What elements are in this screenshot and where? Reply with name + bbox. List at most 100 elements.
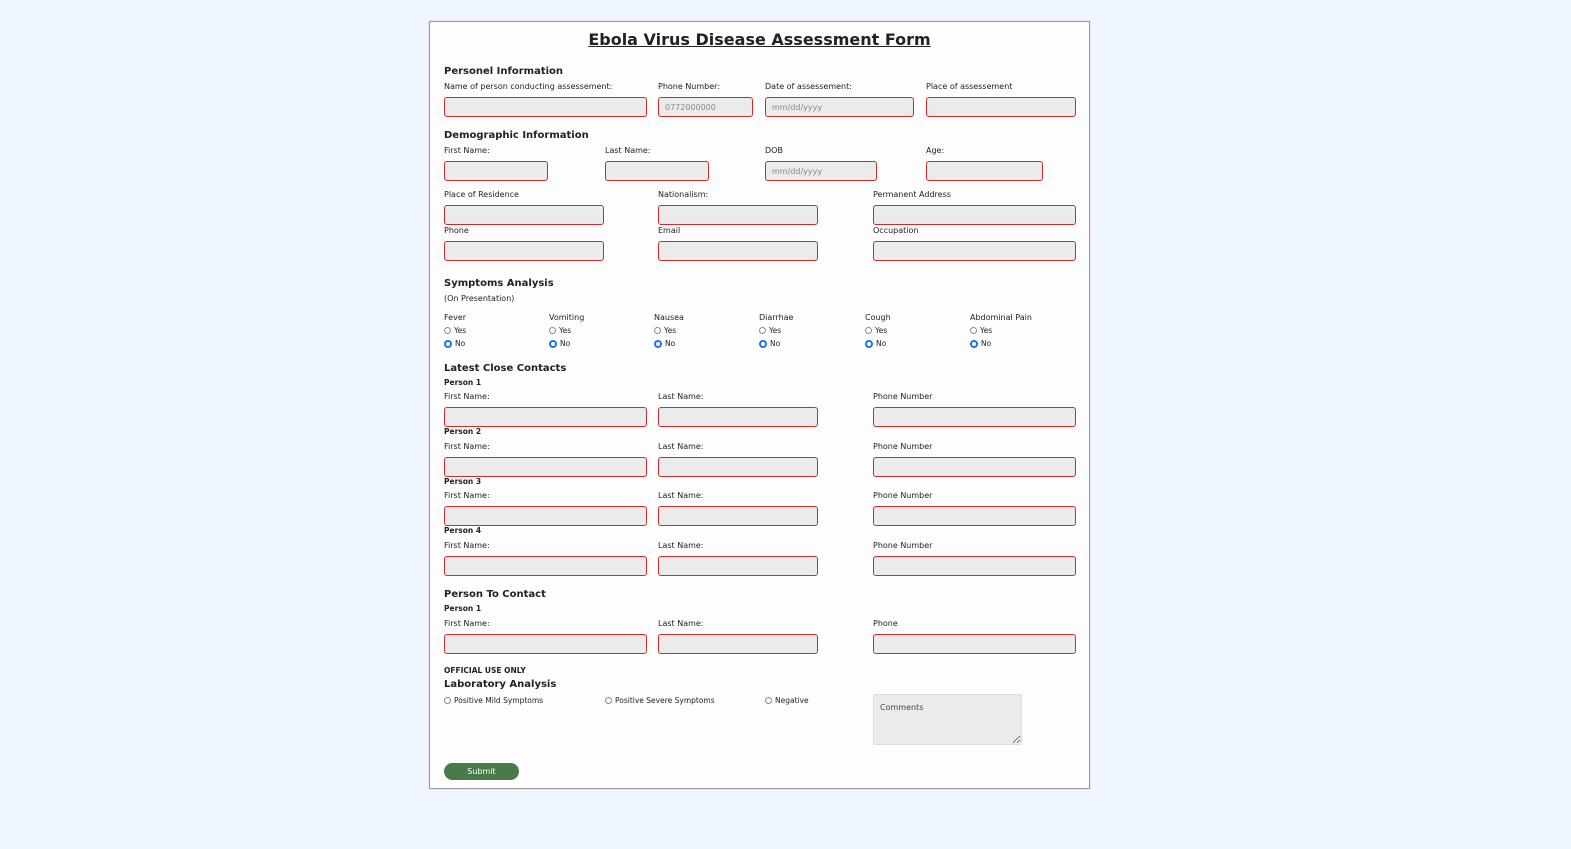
symptom-group-abdominal-pain: Abdominal Pain Yes No xyxy=(970,313,1032,348)
assessor-name-label: Name of person conducting assessement: xyxy=(444,82,613,91)
assessor-phone-input[interactable] xyxy=(658,97,753,117)
comments-textarea[interactable] xyxy=(873,694,1022,745)
contact-first-name-input[interactable] xyxy=(444,407,647,427)
symptom-yes-option[interactable]: Yes xyxy=(654,326,684,335)
contact-phone-input[interactable] xyxy=(873,556,1076,576)
phone-label: Phone xyxy=(444,226,469,235)
radio-icon[interactable] xyxy=(970,327,977,334)
emergency-person-label: Person 1 xyxy=(444,604,482,613)
age-input[interactable] xyxy=(926,161,1043,181)
contact-first-name-input[interactable] xyxy=(444,506,647,526)
contact-person-label: Person 3 xyxy=(444,477,482,486)
email-label: Email xyxy=(658,226,681,235)
contact-last-name-input[interactable] xyxy=(658,457,818,477)
person-to-contact-heading: Person To Contact xyxy=(444,589,546,600)
residence-label: Place of Residence xyxy=(444,190,519,199)
symptom-no-option[interactable]: No xyxy=(549,339,584,348)
contact-first-name-label: First Name: xyxy=(444,392,490,401)
symptoms-subheading: (On Presentation) xyxy=(444,294,515,303)
radio-selected-icon[interactable] xyxy=(549,339,557,348)
radio-selected-icon[interactable] xyxy=(444,339,452,348)
contact-person-label: Person 4 xyxy=(444,526,482,535)
emergency-first-name-input[interactable] xyxy=(444,634,647,654)
occupation-label: Occupation xyxy=(873,226,919,235)
contact-last-name-input[interactable] xyxy=(658,506,818,526)
radio-icon[interactable] xyxy=(444,697,451,704)
emergency-last-name-input[interactable] xyxy=(658,634,818,654)
dob-label: DOB xyxy=(765,146,783,155)
form-title: Ebola Virus Disease Assessment Form xyxy=(588,30,931,49)
contact-last-name-label: Last Name: xyxy=(658,442,704,451)
lab-option-positive-mild[interactable]: Positive Mild Symptoms xyxy=(444,696,543,705)
lab-option-positive-severe[interactable]: Positive Severe Symptoms xyxy=(605,696,715,705)
email-input[interactable] xyxy=(658,241,818,261)
symptom-label: Cough xyxy=(865,313,891,322)
assessment-date-input[interactable] xyxy=(765,97,914,117)
symptom-group-vomiting: Vomiting Yes No xyxy=(549,313,584,348)
emergency-phone-input[interactable] xyxy=(873,634,1076,654)
symptom-yes-option[interactable]: Yes xyxy=(444,326,466,335)
radio-icon[interactable] xyxy=(765,697,772,704)
symptom-label: Nausea xyxy=(654,313,684,322)
occupation-input[interactable] xyxy=(873,241,1076,261)
contact-phone-input[interactable] xyxy=(873,457,1076,477)
symptom-label: Vomiting xyxy=(549,313,585,322)
contact-first-name-input[interactable] xyxy=(444,556,647,576)
symptom-yes-option[interactable]: Yes xyxy=(759,326,793,335)
contact-first-name-label: First Name: xyxy=(444,491,490,500)
symptom-yes-option[interactable]: Yes xyxy=(970,326,1032,335)
phone-input[interactable] xyxy=(444,241,604,261)
assessment-date-label: Date of assessement: xyxy=(765,82,852,91)
symptom-no-option[interactable]: No xyxy=(654,339,684,348)
symptom-no-option[interactable]: No xyxy=(759,339,793,348)
address-input[interactable] xyxy=(873,205,1076,225)
symptom-group-nausea: Nausea Yes No xyxy=(654,313,684,348)
symptom-no-option[interactable]: No xyxy=(865,339,891,348)
contact-phone-label: Phone Number xyxy=(873,541,933,550)
symptom-no-option[interactable]: No xyxy=(444,339,466,348)
symptom-group-cough: Cough Yes No xyxy=(865,313,891,348)
symptom-group-fever: Fever Yes No xyxy=(444,313,466,348)
radio-icon[interactable] xyxy=(444,327,451,334)
contact-last-name-label: Last Name: xyxy=(658,392,704,401)
contact-last-name-input[interactable] xyxy=(658,556,818,576)
nationalism-label: Nationalism: xyxy=(658,190,709,199)
radio-icon[interactable] xyxy=(759,327,766,334)
contact-phone-input[interactable] xyxy=(873,407,1076,427)
symptom-label: Abdominal Pain xyxy=(970,313,1032,322)
symptom-no-option[interactable]: No xyxy=(970,339,1032,348)
symptom-yes-option[interactable]: Yes xyxy=(549,326,584,335)
first-name-input[interactable] xyxy=(444,161,548,181)
assessor-phone-label: Phone Number: xyxy=(658,82,721,91)
contact-first-name-input[interactable] xyxy=(444,457,647,477)
personnel-heading: Personel Information xyxy=(444,66,564,77)
radio-selected-icon[interactable] xyxy=(970,339,978,348)
radio-icon[interactable] xyxy=(654,327,661,334)
radio-icon[interactable] xyxy=(605,697,612,704)
contact-phone-label: Phone Number xyxy=(873,491,933,500)
lab-option-negative[interactable]: Negative xyxy=(765,696,809,705)
age-label: Age: xyxy=(926,146,945,155)
contact-first-name-label: First Name: xyxy=(444,541,490,550)
contact-phone-input[interactable] xyxy=(873,506,1076,526)
residence-input[interactable] xyxy=(444,205,604,225)
emergency-first-name-label: First Name: xyxy=(444,619,490,628)
last-name-label: Last Name: xyxy=(605,146,651,155)
last-name-input[interactable] xyxy=(605,161,709,181)
contact-person-label: Person 1 xyxy=(444,378,482,387)
radio-selected-icon[interactable] xyxy=(865,339,873,348)
symptom-yes-option[interactable]: Yes xyxy=(865,326,891,335)
submit-button[interactable]: Submit xyxy=(444,763,519,780)
nationalism-input[interactable] xyxy=(658,205,818,225)
radio-icon[interactable] xyxy=(549,327,556,334)
dob-input[interactable] xyxy=(765,161,877,181)
radio-selected-icon[interactable] xyxy=(654,339,662,348)
contact-last-name-input[interactable] xyxy=(658,407,818,427)
assessment-form: Ebola Virus Disease Assessment Form Pers… xyxy=(429,21,1090,789)
contact-person-label: Person 2 xyxy=(444,427,482,436)
radio-icon[interactable] xyxy=(865,327,872,334)
assessment-place-label: Place of assessement xyxy=(926,82,1013,91)
assessment-place-input[interactable] xyxy=(926,97,1076,117)
assessor-name-input[interactable] xyxy=(444,97,647,117)
radio-selected-icon[interactable] xyxy=(759,339,767,348)
